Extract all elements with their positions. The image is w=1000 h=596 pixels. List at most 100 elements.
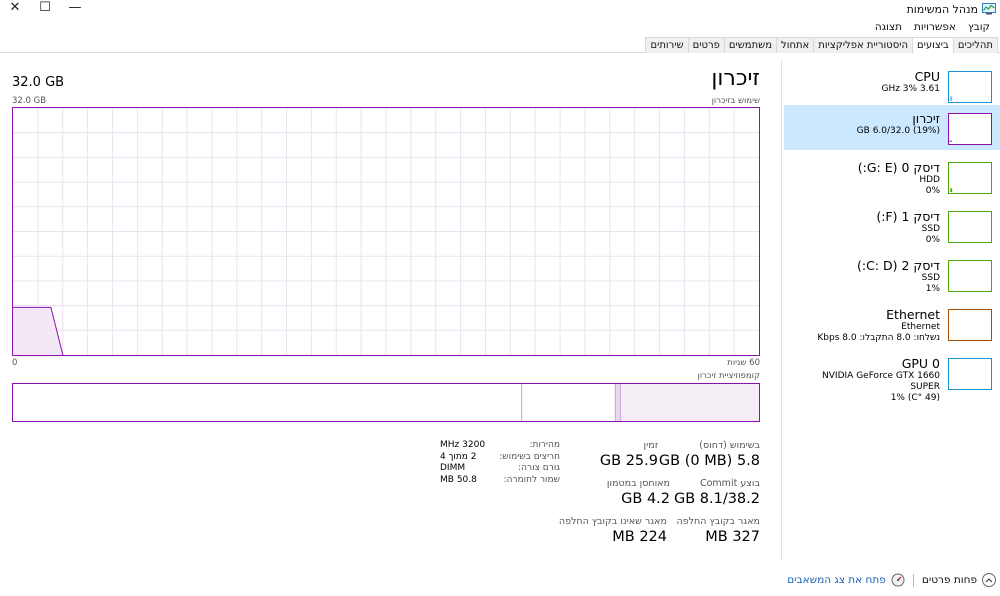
open-resource-monitor-link[interactable]: פתח את צג המשאבים <box>787 574 886 586</box>
stat-available: זמין 25.9 GB <box>600 440 658 470</box>
graph-label: שימוש בזיכרון <box>711 96 760 106</box>
stat-committed: בוצע Commit 8.1/38.2 GB <box>674 478 760 508</box>
tab-app-history[interactable]: היסטוריית אפליקציות <box>813 37 913 53</box>
stat-value: 5.8 GB (0 MB) <box>658 453 760 469</box>
sidebar-item-sub: 3.61 GHz 3% <box>881 84 940 94</box>
sidebar-item-sub: HDD <box>919 175 940 185</box>
sidebar-item-title: GPU 0 <box>901 356 940 371</box>
stat-cached: מאוחסן במטמון 4.2 GB <box>607 478 670 508</box>
memory-total: 32.0 GB <box>12 75 65 90</box>
tab-performance[interactable]: ביצועים <box>912 37 954 54</box>
menu-file[interactable]: קובץ <box>962 18 996 35</box>
footer-divider <box>912 573 914 587</box>
menu-bar: קובץ אפשרויות תצוגה <box>0 18 1000 35</box>
graph-max-label: 32.0 GB <box>12 96 47 106</box>
sidebar-item-sub2: (49 °C) 1% <box>890 393 940 403</box>
detail-value: 50.8 MB <box>440 474 477 485</box>
sidebar-item-cpu[interactable]: CPU 3.61 GHz 3% <box>784 63 1000 108</box>
disk1-mini-graph <box>948 211 992 243</box>
footer: פחות פרטים פתח את צג המשאבים <box>787 572 996 588</box>
chevron-up-icon[interactable] <box>982 573 996 587</box>
stat-paged-pool: מאגר בקובץ החלפה 327 MB <box>676 516 760 546</box>
page-title: זיכרון <box>711 66 760 91</box>
stat-label: מאוחסן במטמון <box>606 478 670 489</box>
detail-row: שמור לחומרה: 50.8 MB <box>440 475 560 487</box>
sidebar-item-sub: NVIDIA GeForce GTX 1660 SUPER <box>822 371 940 392</box>
task-manager-icon <box>982 3 996 15</box>
memory-composition-bar <box>12 383 760 422</box>
cpu-mini-graph <box>948 71 992 103</box>
stat-value: 8.1/38.2 GB <box>673 491 760 507</box>
sidebar-item-disk-2[interactable]: דיסק 2 (C: D:) SSD 1% <box>784 252 1000 297</box>
detail-row: חריצים בשימוש: 2 מתוך 4 <box>440 452 560 464</box>
sidebar-item-title: זיכרון <box>912 111 940 126</box>
menu-view[interactable]: תצוגה <box>869 18 908 35</box>
composition-label: קומפוזיציית זיכרון <box>697 371 761 381</box>
memory-mini-graph <box>948 113 992 145</box>
detail-key: חריצים בשימוש: <box>499 451 560 462</box>
window-title-group: מנהל המשימות <box>907 1 996 17</box>
sidebar-item-title: Ethernet <box>886 307 940 322</box>
memory-usage-graph <box>12 107 760 356</box>
detail-key: שמור לחומרה: <box>503 474 560 485</box>
maximize-button[interactable]: ☐ <box>30 0 60 16</box>
sidebar-item-title: דיסק 2 (C: D:) <box>856 258 940 273</box>
sidebar-item-sub: (19%) 6.0/32.0 GB <box>856 126 940 136</box>
tab-details[interactable]: פרטים <box>687 37 725 53</box>
stat-label: בשימוש (דחוס) <box>699 440 760 451</box>
memory-details: מהירות: 3200 MHz חריצים בשימוש: 2 מתוך 4 ג… <box>440 440 560 486</box>
window-title: מנהל המשימות <box>906 2 978 16</box>
stat-value: 327 MB <box>705 529 760 545</box>
fewer-details-button[interactable]: פחות פרטים <box>922 574 977 586</box>
stat-label: מאגר בקובץ החלפה <box>676 516 760 527</box>
detail-value: 2 מתוך 4 <box>440 451 477 462</box>
sidebar-item-title: CPU <box>914 69 940 84</box>
detail-row: גורם צורה: DIMM <box>440 463 560 475</box>
sidebar-item-disk-1[interactable]: דיסק 1 (F:) SSD 0% <box>784 203 1000 248</box>
tab-services[interactable]: שירותים <box>645 37 689 53</box>
detail-key: מהירות: <box>529 440 561 450</box>
resource-sidebar: CPU 3.61 GHz 3% זיכרון (19%) 6.0/32.0 GB ד… <box>781 60 1000 560</box>
stat-in-use: בשימוש (דחוס) 5.8 GB (0 MB) <box>659 440 760 470</box>
stat-label: זמין <box>643 440 658 451</box>
sidebar-item-sub2: 0% <box>925 186 940 196</box>
disk0-mini-graph <box>948 162 992 194</box>
sidebar-item-disk-0[interactable]: דיסק 0 (G: E:) HDD 0% <box>784 154 1000 199</box>
sidebar-item-ethernet[interactable]: Ethernet Ethernet נשלחו: 8.0 התקבלו: 8.0 K… <box>784 301 1000 346</box>
tab-processes[interactable]: תהליכים <box>952 37 998 53</box>
graph-grid <box>13 108 759 355</box>
sidebar-item-title: דיסק 1 (F:) <box>876 209 940 224</box>
sidebar-item-sub2: 0% <box>925 235 940 245</box>
detail-key: גורם צורה: <box>518 463 560 473</box>
detail-value: 3200 MHz <box>440 440 486 450</box>
resource-monitor-icon[interactable] <box>891 573 905 587</box>
detail-row: מהירות: 3200 MHz <box>440 440 560 452</box>
close-button[interactable]: ✕ <box>0 0 30 16</box>
disk2-mini-graph <box>948 260 992 292</box>
detail-value: DIMM <box>440 463 466 473</box>
stat-label: מאגר שאינו בקובץ החלפה <box>558 516 667 527</box>
sidebar-item-memory[interactable]: זיכרון (19%) 6.0/32.0 GB <box>784 105 1000 150</box>
stat-nonpaged-pool: מאגר שאינו בקובץ החלפה 224 MB <box>559 516 667 546</box>
sidebar-item-sub2: נשלחו: 8.0 התקבלו: 8.0 Kbps <box>817 333 940 343</box>
ethernet-mini-graph <box>948 309 992 341</box>
minimize-button[interactable]: — <box>60 0 90 16</box>
sidebar-item-sub2: 1% <box>925 284 940 294</box>
sidebar-item-sub: SSD <box>921 273 940 283</box>
stat-value: 224 MB <box>612 529 667 545</box>
stat-value: 4.2 GB <box>621 491 670 507</box>
sidebar-item-title: דיסק 0 (G: E:) <box>857 160 940 175</box>
menu-options[interactable]: אפשרויות <box>908 18 962 35</box>
tab-strip: תהליכים ביצועים היסטוריית אפליקציות אתחו… <box>0 35 1000 54</box>
sidebar-item-sub: Ethernet <box>901 322 940 332</box>
title-bar: ✕ ☐ — מנהל המשימות <box>0 0 1000 18</box>
sidebar-item-gpu[interactable]: GPU 0 NVIDIA GeForce GTX 1660 SUPER (49 °C… <box>784 350 1000 403</box>
sidebar-item-sub: SSD <box>921 224 940 234</box>
tab-startup[interactable]: אתחול <box>776 37 815 53</box>
stat-label: בוצע Commit <box>699 478 760 489</box>
graph-axis-left: 0 <box>12 358 18 368</box>
graph-axis-right: 60 שניות <box>727 358 760 368</box>
gpu-mini-graph <box>948 358 992 390</box>
tab-users[interactable]: משתמשים <box>723 37 778 53</box>
stat-value: 25.9 GB <box>599 453 658 469</box>
